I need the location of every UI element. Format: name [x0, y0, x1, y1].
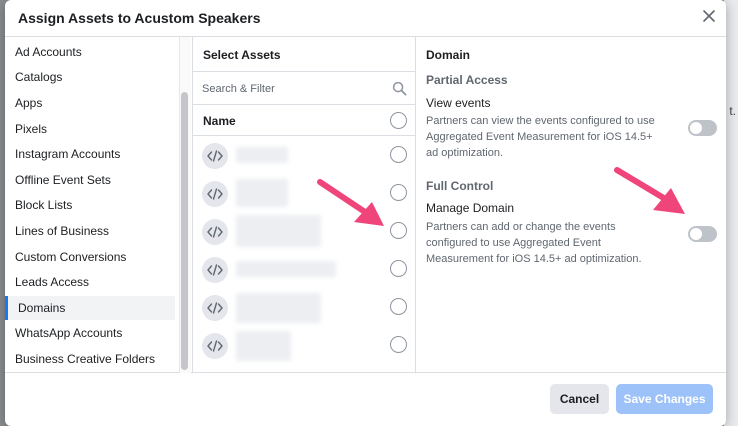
name-column-header: Name — [203, 114, 236, 128]
category-label: Instagram Accounts — [15, 147, 121, 161]
view-events-description: Partners can view the events configured … — [426, 115, 655, 159]
code-icon — [202, 295, 228, 321]
category-ad-accounts[interactable]: Ad Accounts — [5, 40, 175, 64]
category-offline-event-sets[interactable]: Offline Event Sets — [5, 168, 175, 192]
category-catalogs[interactable]: Catalogs — [5, 65, 175, 89]
dialog-header: Assign Assets to Acustom Speakers — [5, 0, 726, 37]
category-whatsapp-accounts[interactable]: WhatsApp Accounts — [5, 321, 175, 345]
category-label: Catalogs — [15, 70, 63, 84]
background-strip — [724, 0, 738, 426]
panel-heading: Domain — [426, 48, 471, 62]
asset-row[interactable] — [193, 327, 415, 365]
category-label: Pixels — [15, 122, 48, 136]
category-business-creative-folders[interactable]: Business Creative Folders — [5, 347, 175, 371]
asset-radio[interactable] — [390, 222, 407, 239]
blurred-asset-name — [236, 215, 321, 247]
search-input[interactable] — [202, 81, 382, 97]
arrow-annotation-icon — [614, 167, 685, 214]
code-icon — [202, 333, 228, 359]
category-list: Ad Accounts Catalogs Apps Pixels Instagr… — [5, 37, 179, 373]
code-icon — [202, 219, 228, 245]
partial-access-heading: Partial Access — [426, 73, 508, 87]
search-bar — [193, 71, 415, 105]
asset-radio[interactable] — [390, 298, 407, 315]
view-events-toggle[interactable] — [688, 120, 717, 136]
asset-row[interactable] — [193, 289, 415, 327]
category-lines-of-business[interactable]: Lines of Business — [5, 219, 175, 243]
category-domains[interactable]: Domains — [5, 296, 175, 320]
category-label: Block Lists — [15, 198, 73, 212]
dialog-title: Assign Assets to Acustom Speakers — [18, 10, 261, 26]
category-pixels[interactable]: Pixels — [5, 117, 175, 141]
assets-heading: Select Assets — [203, 48, 281, 62]
category-apps[interactable]: Apps — [5, 91, 175, 115]
asset-radio[interactable] — [390, 184, 407, 201]
code-icon — [202, 143, 228, 169]
code-icon — [202, 257, 228, 283]
search-icon — [392, 81, 407, 96]
view-events-label: View events — [426, 96, 491, 110]
full-control-heading: Full Control — [426, 179, 494, 193]
category-label: Custom Conversions — [15, 250, 127, 264]
category-label: Ad Accounts — [15, 45, 82, 59]
category-leads-access[interactable]: Leads Access — [5, 270, 175, 294]
arrow-annotation-icon — [317, 179, 384, 226]
manage-domain-toggle[interactable] — [688, 226, 717, 242]
asset-radio[interactable] — [390, 146, 407, 163]
category-label: Leads Access — [15, 275, 90, 289]
asset-row[interactable] — [193, 251, 415, 289]
asset-radio[interactable] — [390, 336, 407, 353]
cancel-button[interactable]: Cancel — [550, 384, 609, 414]
code-icon — [202, 181, 228, 207]
blurred-asset-name — [236, 293, 321, 323]
category-label: WhatsApp Accounts — [15, 326, 123, 340]
category-label: Business Creative Folders — [15, 352, 156, 366]
category-instagram-accounts[interactable]: Instagram Accounts — [5, 142, 175, 166]
category-block-lists[interactable]: Block Lists — [5, 193, 175, 217]
category-scrollbar-thumb[interactable] — [181, 92, 188, 370]
blurred-asset-name — [236, 179, 288, 207]
blurred-asset-name — [236, 147, 288, 163]
close-icon[interactable] — [701, 8, 717, 24]
category-label: Lines of Business — [15, 224, 110, 238]
toggle-knob — [690, 122, 702, 134]
manage-domain-label: Manage Domain — [426, 201, 515, 215]
blurred-asset-name — [236, 261, 336, 277]
category-label: Apps — [15, 96, 43, 110]
manage-domain-description: Partners can add or change the events co… — [426, 221, 642, 265]
save-changes-button[interactable]: Save Changes — [616, 384, 713, 414]
category-custom-conversions[interactable]: Custom Conversions — [5, 245, 175, 269]
assign-assets-dialog: Assign Assets to Acustom Speakers Ad Acc… — [5, 0, 726, 426]
asset-row[interactable] — [193, 137, 415, 175]
name-header-row: Name — [193, 106, 415, 136]
toggle-knob — [690, 228, 702, 240]
asset-radio[interactable] — [390, 260, 407, 277]
category-label: Domains — [18, 301, 66, 315]
category-label: Offline Event Sets — [15, 173, 111, 187]
blurred-asset-name — [236, 331, 291, 361]
select-all-radio[interactable] — [390, 112, 407, 129]
background-text: t. — [729, 104, 736, 118]
